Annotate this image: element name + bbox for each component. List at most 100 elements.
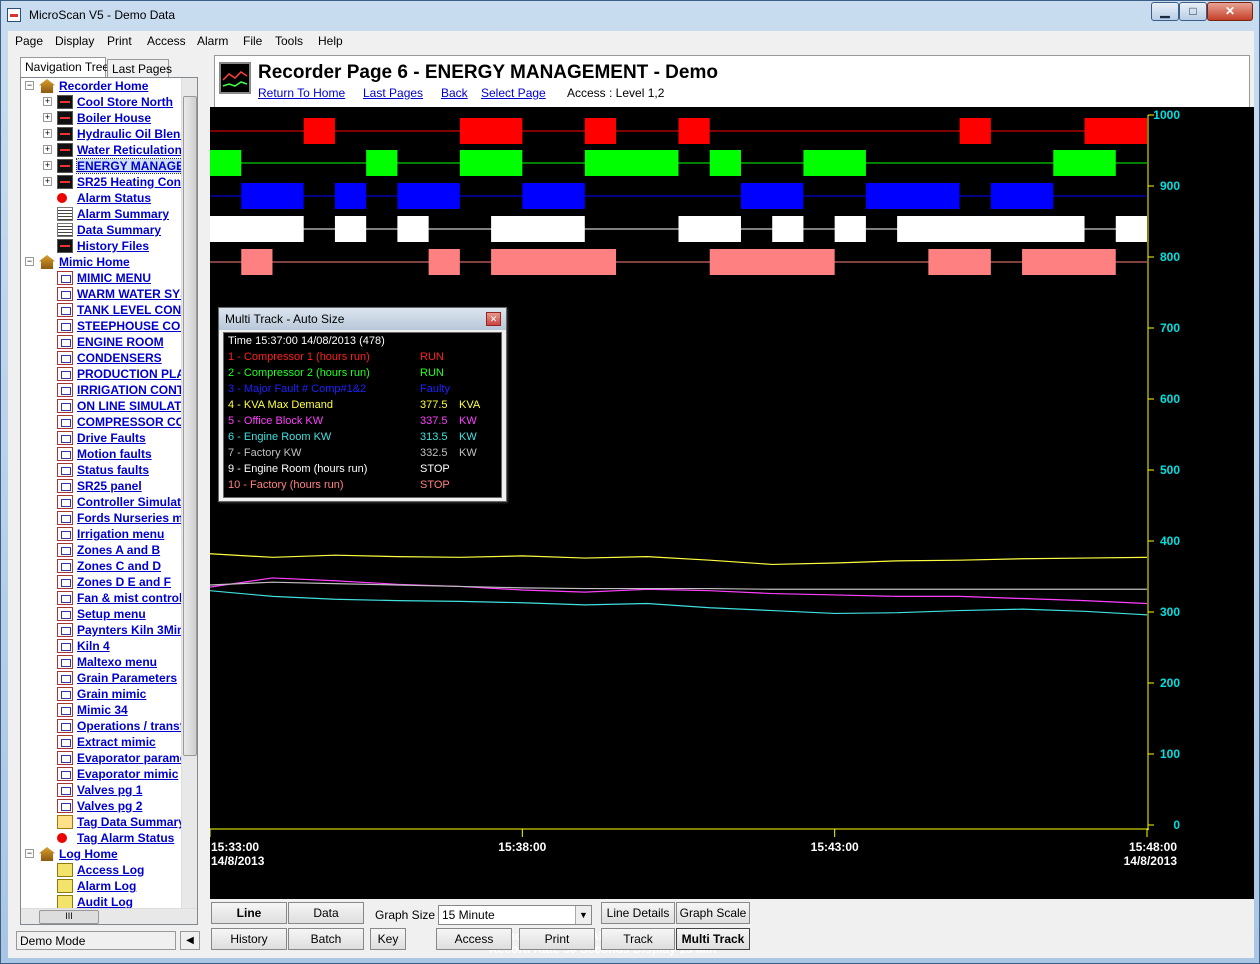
- close-button[interactable]: ✕: [1207, 2, 1253, 21]
- tree-item[interactable]: Operations / transfer: [21, 718, 181, 734]
- tree-item[interactable]: Grain Parameters: [21, 670, 181, 686]
- tree-item[interactable]: + Cool Store North: [21, 94, 181, 110]
- tree-item-label[interactable]: SR25 panel: [77, 479, 142, 493]
- tree-item-label[interactable]: Zones C and D: [77, 559, 161, 573]
- tree-item[interactable]: Irrigation menu: [21, 526, 181, 542]
- tree-item[interactable]: History Files: [21, 238, 181, 254]
- tree-item-label[interactable]: WARM WATER SYSTEM: [77, 287, 181, 301]
- menu-access[interactable]: Access: [147, 34, 186, 48]
- tree-item-label[interactable]: Tag Data Summary: [77, 815, 181, 829]
- multi-track-button[interactable]: Multi Track: [676, 928, 750, 950]
- tree-item[interactable]: Zones A and B: [21, 542, 181, 558]
- tree-item[interactable]: Alarm Summary: [21, 206, 181, 222]
- tree-item-label[interactable]: Alarm Log: [77, 879, 136, 893]
- menu-tools[interactable]: Tools: [275, 34, 303, 48]
- tree-item[interactable]: Drive Faults: [21, 430, 181, 446]
- tree-item[interactable]: ENGINE ROOM: [21, 334, 181, 350]
- select-page-link[interactable]: Select Page: [481, 86, 546, 100]
- key-button[interactable]: Key: [370, 928, 406, 950]
- tree-item[interactable]: Zones D E and F: [21, 574, 181, 590]
- line-button[interactable]: Line: [211, 902, 287, 924]
- tree-vertical-scrollbar[interactable]: [181, 78, 197, 908]
- tree-item-label[interactable]: TANK LEVEL CONTROL: [77, 303, 181, 317]
- tree-item-label[interactable]: History Files: [77, 239, 149, 253]
- batch-button[interactable]: Batch: [288, 928, 364, 950]
- tree-item[interactable]: Audit Log: [21, 894, 181, 908]
- tree-item-label[interactable]: Grain mimic: [77, 687, 146, 701]
- tree-item[interactable]: Fords Nurseries mimic: [21, 510, 181, 526]
- graph-size-select[interactable]: 15 Minute ▼: [438, 905, 592, 925]
- menu-help[interactable]: Help: [318, 34, 343, 48]
- tree-item-label[interactable]: Mimic Home: [59, 255, 130, 269]
- tree-item-label[interactable]: Water Reticulation: [77, 143, 181, 157]
- collapse-icon[interactable]: −: [25, 81, 34, 90]
- tree-item-label[interactable]: Paynters Kiln 3Mimic: [77, 623, 181, 637]
- data-button[interactable]: Data: [288, 902, 364, 924]
- tree-item-label[interactable]: CONDENSERS: [77, 351, 162, 365]
- tree-item[interactable]: Alarm Log: [21, 878, 181, 894]
- tree-item[interactable]: + Water Reticulation: [21, 142, 181, 158]
- recorder-chart[interactable]: 1000 900 800 700 600 500 400 300 200 100 0 15:33:00…: [210, 107, 1254, 956]
- minimize-button[interactable]: ▁: [1151, 2, 1179, 21]
- tree-item[interactable]: Paynters Kiln 3Mimic: [21, 622, 181, 638]
- tree-item[interactable]: Valves pg 1: [21, 782, 181, 798]
- tree-item-label[interactable]: Hydraulic Oil Blending: [77, 127, 181, 141]
- tree-item[interactable]: Kiln 4: [21, 638, 181, 654]
- expand-icon[interactable]: +: [43, 177, 52, 186]
- tree-item[interactable]: Motion faults: [21, 446, 181, 462]
- tree-item-label[interactable]: Grain Parameters: [77, 671, 177, 685]
- tree-item[interactable]: Grain mimic: [21, 686, 181, 702]
- tree-item-label[interactable]: ENERGY MANAGEMENT: [75, 158, 181, 174]
- tree-item[interactable]: − Mimic Home: [21, 254, 181, 270]
- history-button[interactable]: History: [211, 928, 287, 950]
- tree-item[interactable]: Access Log: [21, 862, 181, 878]
- expand-icon[interactable]: +: [43, 129, 52, 138]
- tree-item[interactable]: Data Summary: [21, 222, 181, 238]
- tree-item-label[interactable]: Evaporator parameters: [77, 751, 181, 765]
- tree-item-label[interactable]: SR25 Heating Control: [77, 175, 181, 189]
- tree-item[interactable]: − Recorder Home: [21, 78, 181, 94]
- tree-item-label[interactable]: Cool Store North: [77, 95, 173, 109]
- tree-item-label[interactable]: Audit Log: [77, 895, 133, 908]
- tree-item-label[interactable]: Alarm Summary: [77, 207, 169, 221]
- collapse-icon[interactable]: −: [25, 257, 34, 266]
- tree-item-label[interactable]: Boiler House: [77, 111, 151, 125]
- tree-item-label[interactable]: Data Summary: [77, 223, 161, 237]
- tree-item-label[interactable]: Mimic 34: [77, 703, 128, 717]
- expand-icon[interactable]: +: [43, 97, 52, 106]
- return-home-link[interactable]: Return To Home: [258, 86, 345, 100]
- menu-file[interactable]: File: [243, 34, 262, 48]
- print-button[interactable]: Print: [519, 928, 595, 950]
- tree-item-label[interactable]: Kiln 4: [77, 639, 110, 653]
- graph-scale-button[interactable]: Graph Scale: [676, 902, 750, 924]
- tree-item-label[interactable]: Motion faults: [77, 447, 152, 461]
- tree-item[interactable]: TANK LEVEL CONTROL: [21, 302, 181, 318]
- tree-item[interactable]: MIMIC MENU: [21, 270, 181, 286]
- tree-item-label[interactable]: Status faults: [77, 463, 149, 477]
- tree-item-label[interactable]: Fan & mist control: [77, 591, 181, 605]
- tree-item-label[interactable]: Access Log: [77, 863, 144, 877]
- tab-last-pages[interactable]: Last Pages: [107, 59, 172, 77]
- tree-item-label[interactable]: Controller Simulation: [77, 495, 181, 509]
- popup-title[interactable]: Multi Track - Auto Size: [219, 308, 506, 330]
- tree-item[interactable]: Evaporator parameters: [21, 750, 181, 766]
- tree-item[interactable]: − Log Home: [21, 846, 181, 862]
- expand-icon[interactable]: +: [43, 113, 52, 122]
- tree-item-label[interactable]: IRRIGATION CONTROL: [77, 383, 181, 397]
- popup-close-button[interactable]: ✕: [486, 312, 501, 326]
- last-pages-link[interactable]: Last Pages: [363, 86, 423, 100]
- back-link[interactable]: Back: [441, 86, 468, 100]
- tree-item[interactable]: + SR25 Heating Control: [21, 174, 181, 190]
- tree-item[interactable]: COMPRESSOR CONTROL: [21, 414, 181, 430]
- tree-item-label[interactable]: Operations / transfer: [77, 719, 181, 733]
- tree-item-label[interactable]: Valves pg 2: [77, 799, 142, 813]
- tree-item-label[interactable]: Alarm Status: [77, 191, 151, 205]
- chevron-down-icon[interactable]: ▼: [575, 906, 591, 924]
- tree-item-label[interactable]: ENGINE ROOM: [77, 335, 164, 349]
- tree-horizontal-scrollbar[interactable]: III: [21, 908, 197, 924]
- tree-item-label[interactable]: Tag Alarm Status: [77, 831, 174, 845]
- tree-item[interactable]: Fan & mist control: [21, 590, 181, 606]
- scroll-thumb[interactable]: III: [39, 910, 99, 924]
- tree-item[interactable]: + Boiler House: [21, 110, 181, 126]
- tree-item[interactable]: CONDENSERS: [21, 350, 181, 366]
